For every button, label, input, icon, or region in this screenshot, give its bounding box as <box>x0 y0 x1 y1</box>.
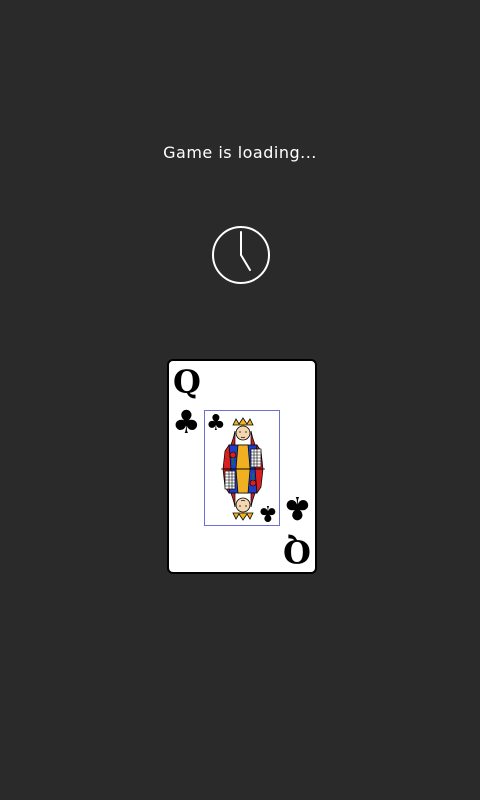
card-rank-top: Q <box>173 363 201 401</box>
club-suit-icon-bottom: ♣ <box>283 489 312 527</box>
queen-portrait-icon <box>221 417 265 521</box>
clock-icon <box>212 226 270 284</box>
queen-face-illustration: ♣ ♣ <box>204 410 280 526</box>
queen-of-clubs-card: Q ♣ ♣ ♣ ♣ Q <box>167 359 317 574</box>
card-rank-bottom: Q <box>283 532 311 570</box>
loading-message: Game is loading... <box>163 143 317 162</box>
club-suit-icon: ♣ <box>172 403 201 441</box>
loading-screen: Game is loading... Q ♣ ♣ ♣ ♣ Q <box>0 0 480 800</box>
